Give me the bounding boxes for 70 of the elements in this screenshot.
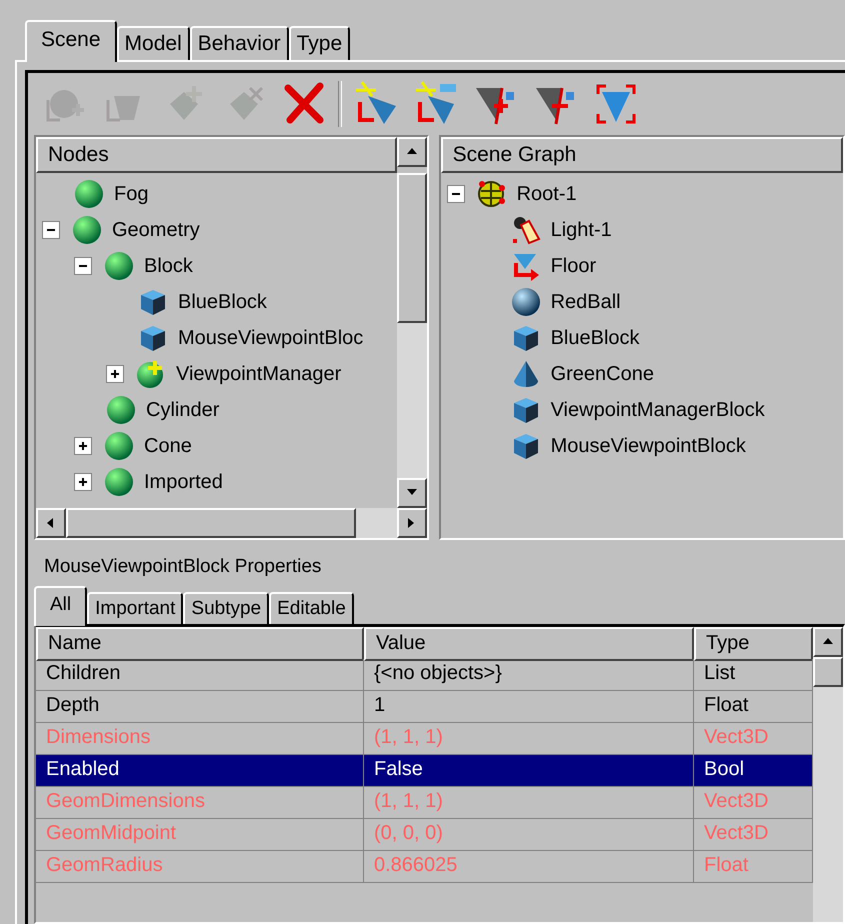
tree-item[interactable]: Imported <box>144 470 223 494</box>
cube-icon <box>138 323 168 353</box>
sphere-icon <box>104 251 134 281</box>
table-cell[interactable]: Bool <box>694 755 813 787</box>
tree-item[interactable]: ViewpointManager <box>176 362 342 386</box>
table-cell[interactable]: False <box>364 755 694 787</box>
tree-item[interactable]: BlueBlock <box>550 326 640 350</box>
tree-item[interactable]: Floor <box>550 254 596 278</box>
tree-item[interactable]: Light-1 <box>550 218 612 242</box>
plus-icon <box>110 369 120 379</box>
sphere-icon <box>104 467 134 497</box>
sphere-icon <box>510 287 541 317</box>
tree-item[interactable]: GreenCone <box>550 362 654 386</box>
tree-item[interactable]: Cylinder <box>146 398 220 422</box>
scroll-down-button[interactable] <box>396 478 427 508</box>
tab[interactable]: All <box>34 586 88 626</box>
tree-item[interactable]: BlueBlock <box>178 290 267 314</box>
sphere-icon <box>104 431 134 461</box>
tree-item[interactable]: MouseViewpointBloc <box>178 326 364 350</box>
table-cell[interactable]: Children <box>36 659 364 691</box>
tab[interactable]: Scene <box>25 20 117 62</box>
scrollbar-thumb[interactable] <box>396 173 427 323</box>
properties-title: MouseViewpointBlock Properties <box>43 555 322 579</box>
sphere-icon <box>72 215 102 245</box>
column-header[interactable]: Name <box>36 627 364 661</box>
table-cell[interactable]: 1 <box>364 691 694 723</box>
scroll-left-button[interactable] <box>36 508 66 538</box>
table-cell[interactable]: Depth <box>36 691 364 723</box>
tab[interactable]: Type <box>288 26 350 60</box>
sphere-icon <box>106 395 136 425</box>
tree-item[interactable]: Geometry <box>112 218 200 242</box>
sphere-plus-icon <box>136 359 166 389</box>
table-cell[interactable]: Enabled <box>36 755 364 787</box>
tab[interactable]: Model <box>116 26 190 60</box>
tree-item[interactable]: Cone <box>144 434 192 458</box>
tree-item[interactable]: Root-1 <box>516 182 577 206</box>
scroll-up-button[interactable] <box>396 137 427 167</box>
column-header[interactable]: Value <box>364 627 694 661</box>
tab[interactable]: Behavior <box>190 26 289 60</box>
expand-toggle[interactable] <box>74 473 92 491</box>
expand-toggle[interactable] <box>106 365 124 383</box>
column-header[interactable]: Nodes <box>36 137 397 173</box>
tree-item[interactable]: MouseViewpointBlock <box>550 434 746 458</box>
root-node-icon <box>476 179 507 209</box>
expand-toggle[interactable] <box>74 437 92 455</box>
scrollbar-thumb[interactable] <box>66 508 356 538</box>
tab[interactable]: Subtype <box>183 592 270 624</box>
tree-item[interactable]: RedBall <box>550 290 621 314</box>
tab[interactable]: Important <box>87 592 184 624</box>
cube-icon <box>138 287 168 317</box>
collapse-toggle[interactable] <box>42 221 60 239</box>
table-cell[interactable]: {<no objects>} <box>364 659 694 691</box>
collapse-toggle[interactable] <box>74 257 92 275</box>
scrollbar-thumb[interactable] <box>813 657 843 687</box>
sphere-icon <box>74 179 104 209</box>
plus-icon <box>78 477 88 487</box>
tree-item[interactable]: Block <box>144 254 193 278</box>
vertical-scrollbar[interactable] <box>813 627 843 922</box>
collapse-toggle[interactable] <box>446 185 465 203</box>
column-header[interactable]: Type <box>694 627 813 661</box>
flashlight-icon <box>510 215 541 245</box>
scroll-right-button[interactable] <box>396 508 427 538</box>
tree-item[interactable]: ViewpointManagerBlock <box>550 398 765 422</box>
plus-icon <box>78 441 88 451</box>
column-header[interactable]: Scene Graph <box>440 137 843 173</box>
horizontal-scrollbar[interactable] <box>36 508 427 538</box>
vertical-scrollbar[interactable] <box>396 173 427 508</box>
tree-item[interactable]: Fog <box>114 182 148 206</box>
scroll-up-button[interactable] <box>813 627 843 657</box>
tab[interactable]: Editable <box>269 592 354 624</box>
